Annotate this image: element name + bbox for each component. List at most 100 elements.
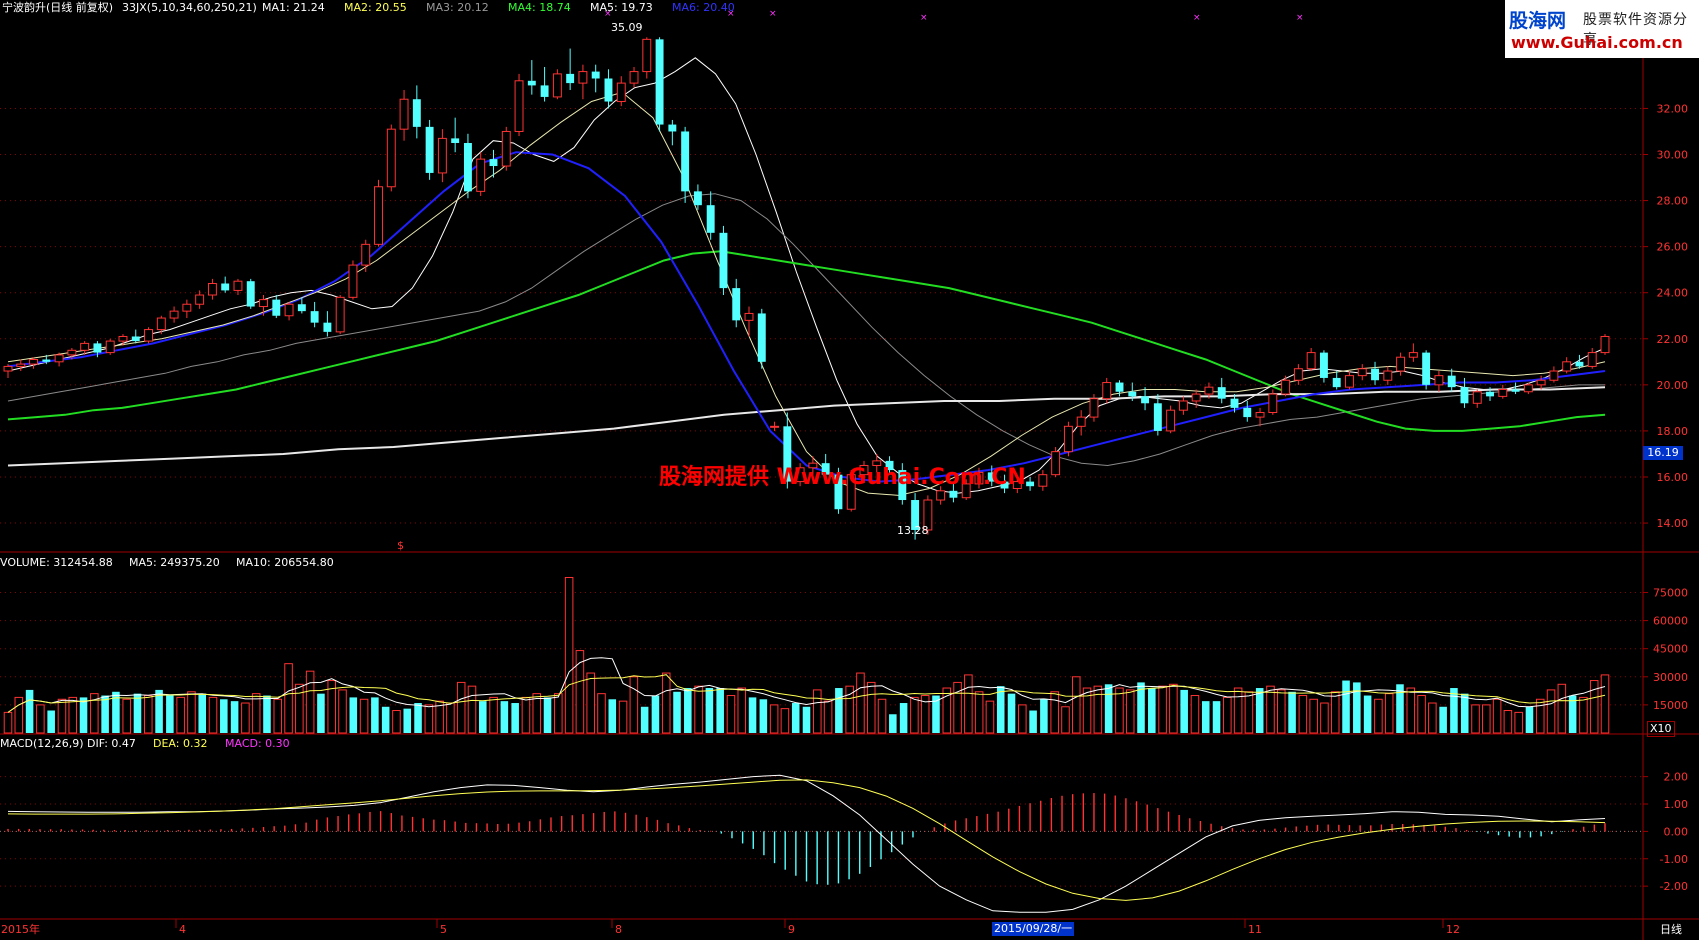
candle-down[interactable] xyxy=(489,159,498,167)
volume-bar-up[interactable] xyxy=(597,693,606,734)
candle-down[interactable] xyxy=(693,191,702,206)
candle-up[interactable] xyxy=(1562,361,1572,372)
candle-down[interactable] xyxy=(1460,387,1469,404)
volume-bar-up[interactable] xyxy=(305,670,315,734)
volume-bar-up[interactable] xyxy=(1320,702,1329,734)
candle-down[interactable] xyxy=(540,85,549,97)
candle-up[interactable] xyxy=(3,365,13,372)
volume-bar-up[interactable] xyxy=(295,683,304,734)
volume-bar-up[interactable] xyxy=(521,696,531,734)
volume-bar-up[interactable] xyxy=(726,695,736,734)
candle-up[interactable] xyxy=(1498,388,1508,397)
volume-bar-down[interactable] xyxy=(1353,682,1361,733)
candle-up[interactable] xyxy=(1063,425,1073,453)
volume-bar-down[interactable] xyxy=(133,693,142,733)
candle-down[interactable] xyxy=(1422,352,1431,385)
volume-bar-down[interactable] xyxy=(263,695,271,733)
candle-down[interactable] xyxy=(1371,368,1379,381)
candle-up[interactable] xyxy=(105,340,115,354)
volume-bar-down[interactable] xyxy=(899,703,908,733)
volume-bar-up[interactable] xyxy=(564,576,574,734)
volume-bar-down[interactable] xyxy=(500,701,509,733)
volume-bar-down[interactable] xyxy=(996,686,1005,733)
volume-bar-up[interactable] xyxy=(251,693,261,734)
volume-bar-up[interactable] xyxy=(532,693,542,734)
candle-up[interactable] xyxy=(1102,382,1112,400)
volume-bar-down[interactable] xyxy=(25,689,34,733)
volume-bar-up[interactable] xyxy=(1115,687,1124,734)
candle-down[interactable] xyxy=(1332,377,1341,388)
candle-down[interactable] xyxy=(323,322,332,332)
volume-bar-up[interactable] xyxy=(877,698,887,734)
candle-up[interactable] xyxy=(1396,356,1406,372)
candle-up[interactable] xyxy=(1549,370,1559,381)
volume-bar-down[interactable] xyxy=(673,691,681,733)
candle-up[interactable] xyxy=(1408,352,1418,358)
candle-down[interactable] xyxy=(1511,389,1520,392)
candle-down[interactable] xyxy=(757,313,766,362)
candle-up[interactable] xyxy=(386,128,396,188)
volume-bar-down[interactable] xyxy=(220,699,228,733)
candle-up[interactable] xyxy=(1293,368,1303,381)
volume-bar-down[interactable] xyxy=(1363,695,1372,733)
candle-up[interactable] xyxy=(259,299,268,308)
candle-up[interactable] xyxy=(501,130,511,167)
candle-up[interactable] xyxy=(1587,352,1597,367)
volume-bar-down[interactable] xyxy=(79,697,88,733)
candle-up[interactable] xyxy=(118,335,128,342)
volume-bar-up[interactable] xyxy=(1374,698,1383,734)
volume-bar-up[interactable] xyxy=(392,710,401,734)
volume-bar-up[interactable] xyxy=(1330,691,1340,734)
volume-bar-up[interactable] xyxy=(1050,691,1059,734)
candle-up[interactable] xyxy=(80,342,90,351)
volume-bar-up[interactable] xyxy=(1384,693,1394,734)
candle-down[interactable] xyxy=(1575,361,1584,367)
volume-bar-down[interactable] xyxy=(166,695,174,733)
volume-bar-up[interactable] xyxy=(424,704,434,734)
volume-bar-up[interactable] xyxy=(1417,695,1426,734)
volume-bar-up[interactable] xyxy=(985,700,995,734)
volume-bar-up[interactable] xyxy=(284,663,293,734)
volume-bar-down[interactable] xyxy=(759,699,768,733)
candle-up[interactable] xyxy=(1268,393,1278,413)
candle-up[interactable] xyxy=(169,310,179,319)
volume-bar-down[interactable] xyxy=(716,688,724,733)
volume-bar-up[interactable] xyxy=(1482,704,1491,734)
volume-bar-down[interactable] xyxy=(1439,706,1447,733)
volume-bar-up[interactable] xyxy=(661,672,671,734)
volume-bar-down[interactable] xyxy=(889,714,897,733)
volume-bar-up[interactable] xyxy=(122,698,131,734)
volume-bar-up[interactable] xyxy=(1190,695,1200,734)
volume-bar-up[interactable] xyxy=(1266,685,1275,734)
candle-up[interactable] xyxy=(374,186,383,245)
guhai-badge[interactable]: 股海网 股票软件资源分享 www.Guhai.com.cn xyxy=(1505,0,1699,58)
volume-bar-up[interactable] xyxy=(1471,704,1480,734)
candle-down[interactable] xyxy=(604,78,613,102)
volume-bar-up[interactable] xyxy=(629,676,639,734)
candle-down[interactable] xyxy=(1153,403,1162,431)
candle-down[interactable] xyxy=(668,124,677,132)
volume-bar-up[interactable] xyxy=(208,696,218,734)
candle-up[interactable] xyxy=(144,329,153,342)
candle-up[interactable] xyxy=(1051,451,1061,476)
volume-bar-up[interactable] xyxy=(1233,687,1243,734)
volume-bar-up[interactable] xyxy=(1244,691,1254,734)
volume-bar-down[interactable] xyxy=(684,688,692,733)
candle-up[interactable] xyxy=(54,354,64,363)
volume-bar-up[interactable] xyxy=(68,696,78,734)
candle-up[interactable] xyxy=(437,137,447,174)
candle-down[interactable] xyxy=(310,311,319,323)
volume-bar-down[interactable] xyxy=(511,703,519,733)
volume-bar-up[interactable] xyxy=(586,672,595,734)
candle-down[interactable] xyxy=(1217,387,1226,399)
volume-bar-up[interactable] xyxy=(1169,683,1178,734)
candle-down[interactable] xyxy=(655,39,664,125)
candle-up[interactable] xyxy=(1178,400,1188,411)
volume-bar-up[interactable] xyxy=(1223,696,1232,734)
volume-bar-down[interactable] xyxy=(651,695,660,733)
volume-bar-down[interactable] xyxy=(403,708,412,733)
volume-bar-up[interactable] xyxy=(964,674,973,734)
volume-bar-up[interactable] xyxy=(780,708,790,734)
volume-bar-up[interactable] xyxy=(554,693,563,734)
candle-up[interactable] xyxy=(1472,391,1482,404)
